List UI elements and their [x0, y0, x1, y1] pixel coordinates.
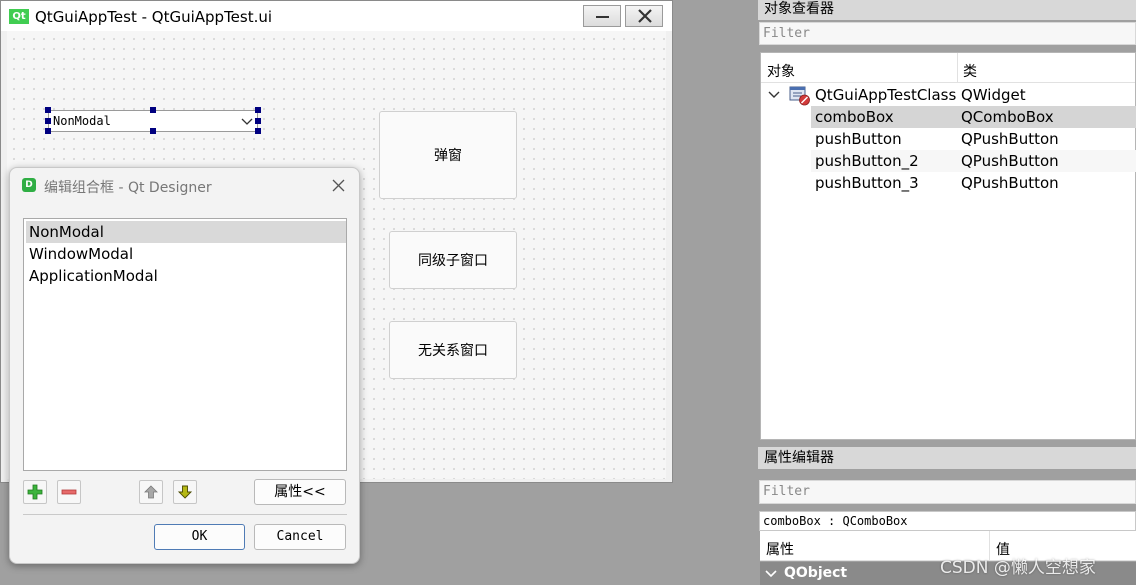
move-up-button[interactable] [139, 480, 163, 504]
add-item-button[interactable] [23, 480, 47, 504]
tree-item-name: pushButton_2 [815, 152, 919, 170]
remove-icon [61, 489, 77, 495]
property-object-label: comboBox : QComboBox [759, 511, 1136, 531]
combo-items-list[interactable]: NonModal WindowModal ApplicationModal [23, 218, 347, 471]
tree-item-name: pushButton_3 [815, 174, 919, 192]
property-filter-input[interactable]: Filter [759, 480, 1136, 504]
resize-handle-right[interactable] [255, 118, 261, 124]
object-filter-input[interactable]: Filter [759, 22, 1136, 45]
header-divider [957, 53, 958, 83]
tree-root-class: QWidget [961, 86, 1026, 104]
designer-logo-icon: D [22, 178, 36, 192]
resize-handle-top-right[interactable] [255, 107, 261, 113]
add-icon [27, 484, 43, 500]
tree-item[interactable]: comboBox QComboBox [811, 106, 1136, 128]
chevron-down-icon [241, 118, 253, 125]
resize-handle-left[interactable] [45, 118, 51, 124]
chevron-down-icon[interactable] [765, 567, 777, 579]
push-button-popup[interactable]: 弹窗 [379, 111, 517, 199]
tree-root-item[interactable]: QtGuiAppTestClass QWidget [761, 84, 1136, 106]
tree-item-class: QPushButton [961, 174, 1059, 192]
push-button-popup-label: 弹窗 [434, 148, 462, 164]
tree-item-name: pushButton [815, 130, 902, 148]
tree-item-name: comboBox [815, 108, 894, 126]
tree-item[interactable]: pushButton_2 QPushButton [811, 150, 1136, 172]
arrow-down-icon [177, 485, 193, 499]
list-item[interactable]: ApplicationModal [26, 265, 346, 287]
edit-combobox-dialog: D 编辑组合框 - Qt Designer NonModal WindowMod… [9, 167, 360, 564]
object-tree-header: 对象 类 [761, 53, 1135, 83]
minimize-icon[interactable] [583, 5, 621, 27]
resize-handle-bottom[interactable] [150, 128, 156, 134]
move-down-button[interactable] [173, 480, 197, 504]
resize-handle-top-left[interactable] [45, 107, 51, 113]
push-button-sibling-window[interactable]: 同级子窗口 [389, 231, 517, 289]
push-button-unrelated-window-label: 无关系窗口 [418, 343, 488, 359]
column-header-object[interactable]: 对象 [767, 61, 795, 81]
object-tree[interactable]: 对象 类 QtGuiAppTestClass QWidget comboBox … [760, 52, 1136, 440]
chevron-down-icon[interactable] [768, 88, 780, 100]
cancel-button[interactable]: Cancel [254, 524, 346, 550]
resize-handle-bottom-right[interactable] [255, 128, 261, 134]
tree-item-class: QPushButton [961, 152, 1059, 170]
dialog-title: 编辑组合框 - Qt Designer [44, 180, 212, 196]
tree-item-class: QComboBox [961, 108, 1054, 126]
dialog-titlebar: D 编辑组合框 - Qt Designer [10, 168, 359, 204]
property-editor-title: 属性编辑器 [758, 447, 1136, 469]
column-header-class[interactable]: 类 [963, 61, 977, 81]
tree-root-name: QtGuiAppTestClass [815, 86, 957, 104]
property-group-label: QObject [784, 565, 848, 581]
tree-item[interactable]: pushButton QPushButton [811, 128, 1136, 150]
close-icon[interactable] [625, 5, 663, 27]
qt-logo-icon: Qt [9, 9, 29, 24]
form-titlebar: Qt QtGuiAppTest - QtGuiAppTest.ui [1, 1, 672, 31]
ok-button[interactable]: OK [154, 524, 245, 550]
column-header-property[interactable]: 属性 [766, 539, 794, 559]
push-button-sibling-window-label: 同级子窗口 [418, 253, 488, 269]
object-inspector-title: 对象查看器 [758, 0, 1136, 20]
push-button-unrelated-window[interactable]: 无关系窗口 [389, 321, 517, 379]
resize-handle-bottom-left[interactable] [45, 128, 51, 134]
tree-item-class: QPushButton [961, 130, 1059, 148]
watermark: CSDN @懒人空想家 [940, 558, 1096, 578]
list-item[interactable]: NonModal [26, 221, 346, 243]
form-window-title: QtGuiAppTest - QtGuiAppTest.ui [35, 8, 273, 26]
combo-box-value: NonModal [53, 114, 111, 128]
properties-toggle-button[interactable]: 属性<< [254, 479, 346, 505]
close-icon[interactable] [332, 179, 345, 192]
remove-item-button[interactable] [57, 480, 81, 504]
tree-item[interactable]: pushButton_3 QPushButton [811, 172, 1136, 194]
widget-icon [789, 86, 810, 106]
list-item[interactable]: WindowModal [26, 243, 346, 265]
arrow-up-icon [144, 485, 158, 499]
dialog-separator [23, 514, 347, 515]
resize-handle-top[interactable] [150, 107, 156, 113]
